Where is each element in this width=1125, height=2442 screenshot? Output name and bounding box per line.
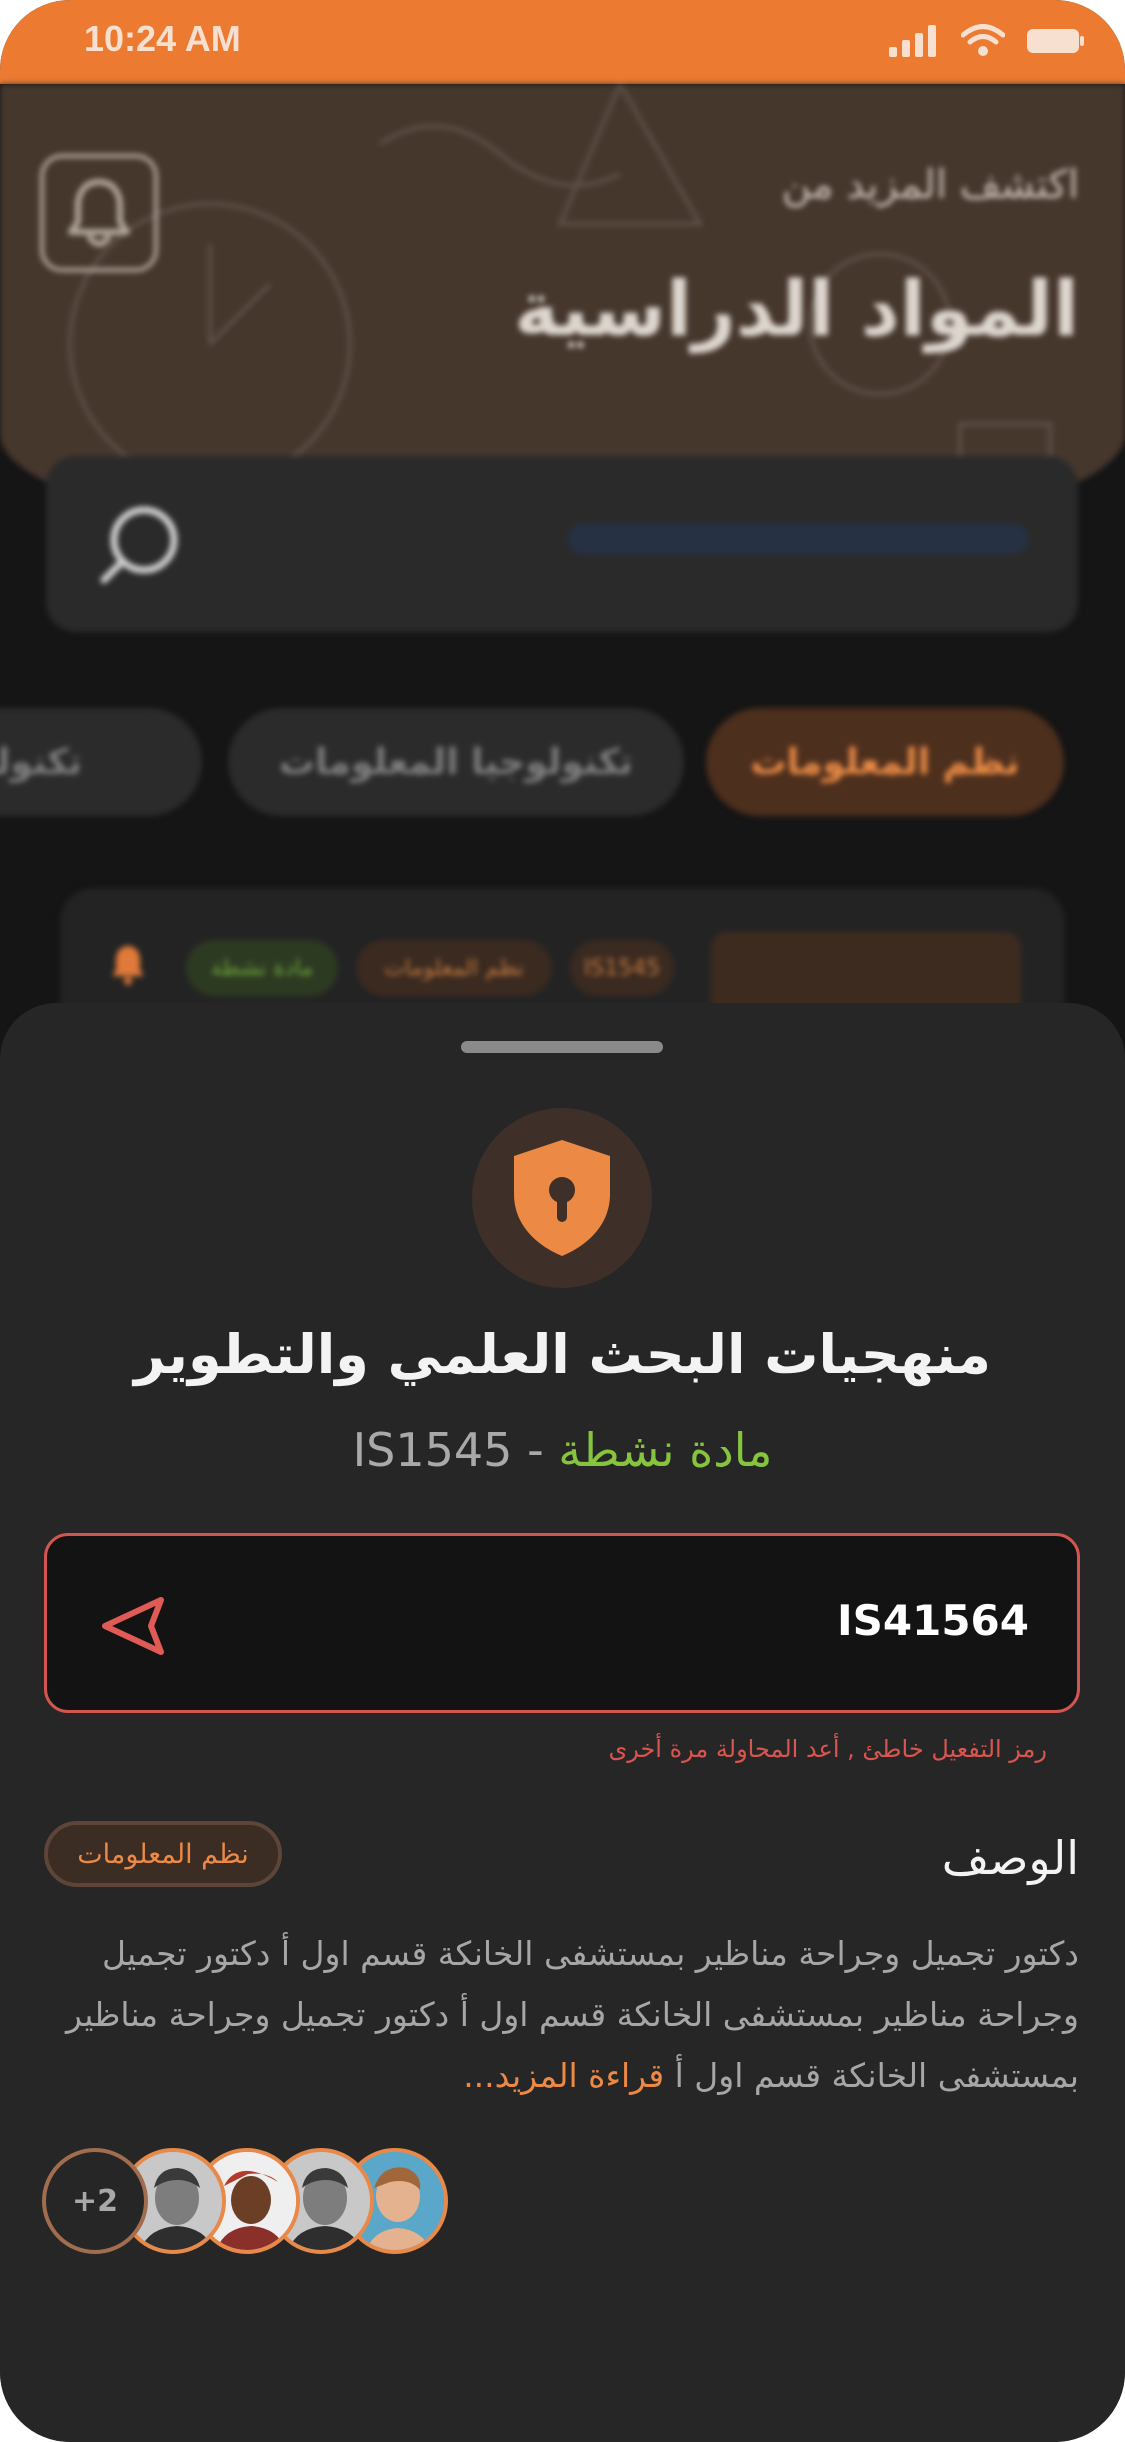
course-bottom-sheet: منهجيات البحث العلمي والتطوير مادة نشطة … — [0, 1003, 1125, 2442]
wifi-icon — [961, 24, 1005, 56]
activation-error-message: رمز التفعيل خاطئ , أعد المحاولة مرة أخرى — [608, 1735, 1047, 1763]
card-tag-code: IS1545 — [570, 940, 674, 996]
page-title: المواد الدراسية — [514, 264, 1079, 353]
tab-technology[interactable]: تكنولوجيا — [0, 708, 202, 816]
send-code-button[interactable] — [99, 1594, 169, 1658]
course-description: دكتور تجميل وجراحة مناظير بمستشفى الخانك… — [39, 1923, 1079, 2106]
course-status: مادة نشطة — [558, 1423, 773, 1477]
course-code: IS1545 — [352, 1423, 513, 1477]
meta-separator: - — [527, 1423, 544, 1477]
course-title: منهجيات البحث العلمي والتطوير — [134, 1323, 991, 1386]
send-icon — [102, 1597, 164, 1655]
members-avatars[interactable]: +2 — [42, 2148, 462, 2258]
card-bell-icon[interactable] — [110, 944, 146, 986]
search-bar[interactable] — [46, 456, 1078, 632]
bell-icon — [68, 179, 130, 247]
tab-information-technology[interactable]: تكنولوجيا المعلومات — [228, 708, 684, 816]
course-meta: مادة نشطة - IS1545 — [0, 1423, 1125, 1477]
shield-lock-icon — [514, 1140, 610, 1256]
category-tabs: نظم المعلومات تكنولوجيا المعلومات تكنولو… — [0, 708, 1125, 818]
search-icon — [100, 506, 178, 584]
signal-icon — [889, 25, 936, 57]
phone-screen: 10:24 AM اكتشف المزيد من المواد الدراسية… — [0, 0, 1125, 2442]
shield-lock-badge — [472, 1108, 652, 1288]
card-tag-status: مادة نشطة — [186, 940, 338, 996]
header-subtitle: اكتشف المزيد من — [781, 162, 1079, 208]
card-tag-category: نظم المعلومات — [356, 940, 552, 996]
background-screen: اكتشف المزيد من المواد الدراسية نظم المع… — [0, 84, 1125, 1084]
activation-code-field[interactable]: IS41564 — [44, 1533, 1080, 1713]
activation-code-value[interactable]: IS41564 — [837, 1596, 1029, 1645]
more-members-count[interactable]: +2 — [42, 2148, 148, 2254]
search-placeholder — [568, 524, 1028, 554]
category-tag[interactable]: نظم المعلومات — [44, 1821, 282, 1887]
status-time: 10:24 AM — [84, 18, 241, 59]
description-heading: الوصف — [941, 1831, 1079, 1885]
battery-icon — [1027, 29, 1084, 53]
read-more-link[interactable]: قراءة المزيد... — [463, 2056, 664, 2095]
tab-information-systems[interactable]: نظم المعلومات — [706, 708, 1064, 816]
notifications-button[interactable] — [40, 154, 158, 272]
sheet-drag-handle[interactable] — [461, 1041, 663, 1053]
status-bar: 10:24 AM — [0, 0, 1125, 84]
status-icons — [889, 24, 1085, 58]
